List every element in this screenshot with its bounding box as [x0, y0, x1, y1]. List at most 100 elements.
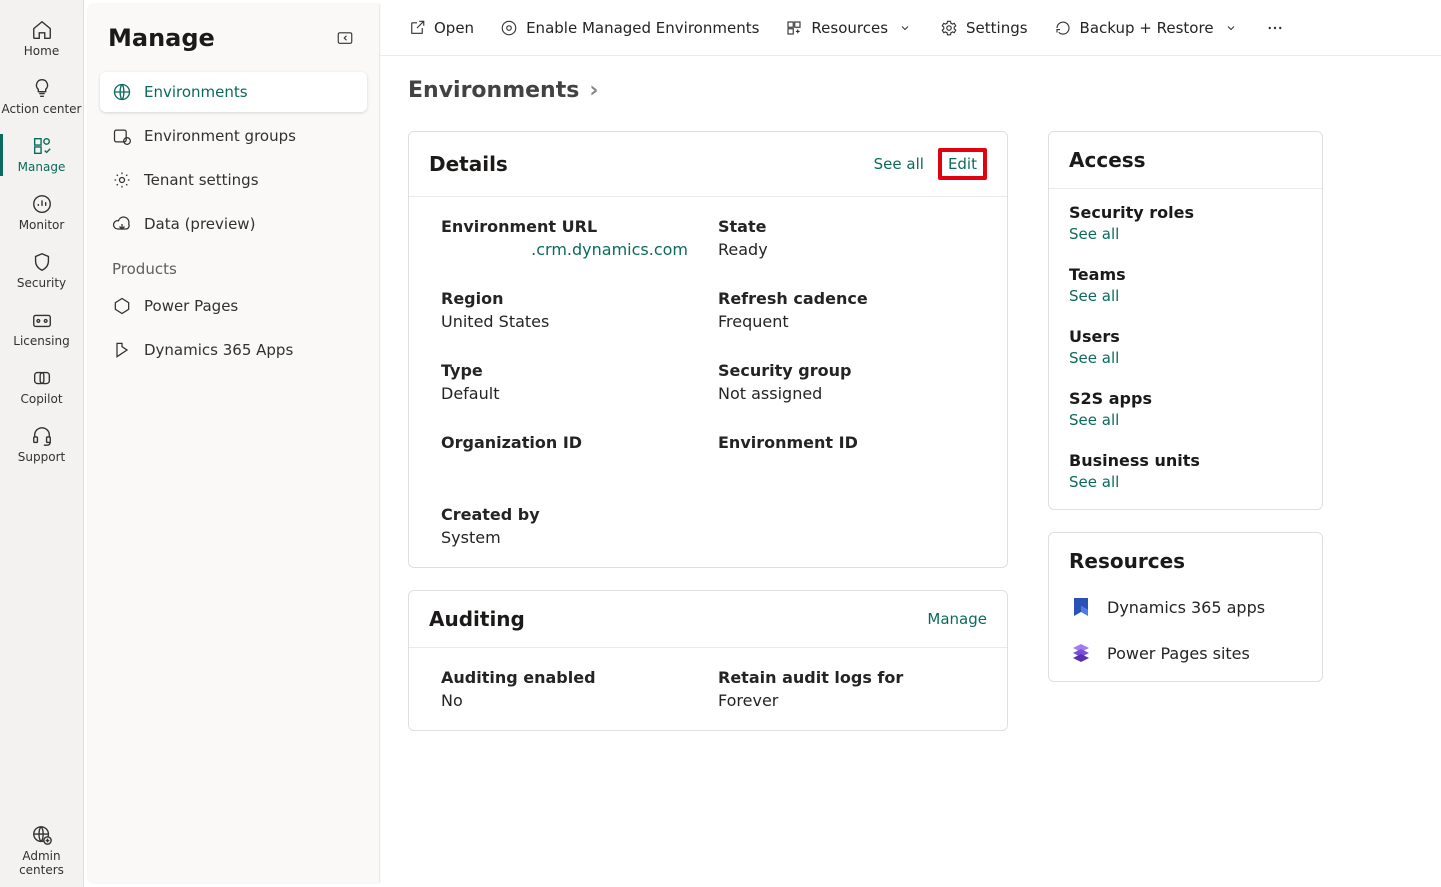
resource-power-pages[interactable]: Power Pages sites: [1069, 641, 1302, 665]
access-teams-see-all[interactable]: See all: [1069, 287, 1119, 305]
rail-support[interactable]: Support: [0, 416, 83, 474]
rail-action-center-label: Action center: [1, 102, 81, 116]
resources-card: Resources Dynamics 365 apps Power Pages …: [1048, 532, 1323, 682]
manage-icon: [30, 134, 54, 158]
envid-label: Environment ID: [718, 433, 975, 452]
access-users-see-all[interactable]: See all: [1069, 349, 1119, 367]
breadcrumb: Environments ›: [380, 56, 1441, 111]
licensing-icon: [30, 308, 54, 332]
backup-icon: [1054, 19, 1072, 37]
chevron-down-icon: [1222, 19, 1240, 37]
access-security-roles: Security roles See all: [1069, 203, 1302, 243]
rail-support-label: Support: [18, 450, 65, 464]
access-title: Access: [1069, 148, 1146, 172]
rail-licensing-label: Licensing: [13, 334, 69, 348]
managed-icon: [500, 19, 518, 37]
rail-monitor[interactable]: Monitor: [0, 184, 83, 242]
rail-copilot[interactable]: Copilot: [0, 358, 83, 416]
details-card: Details See all Edit Environment URL .cr…: [408, 131, 1008, 568]
nav-environment-groups[interactable]: Environment groups: [100, 116, 367, 156]
auditing-retain-label: Retain audit logs for: [718, 668, 975, 687]
secgroup-value: Not assigned: [718, 384, 975, 403]
env-url-value[interactable]: .crm.dynamics.com: [441, 240, 698, 259]
resources-title: Resources: [1069, 549, 1185, 573]
rail-licensing[interactable]: Licensing: [0, 300, 83, 358]
state-label: State: [718, 217, 975, 236]
region-value: United States: [441, 312, 698, 331]
env-url-label: Environment URL: [441, 217, 698, 236]
collapse-nav-button[interactable]: [331, 24, 359, 52]
toolbar: Open Enable Managed Environments Resourc…: [380, 0, 1441, 56]
resources-icon: [785, 19, 803, 37]
orgid-label: Organization ID: [441, 433, 698, 452]
auditing-manage[interactable]: Manage: [927, 610, 987, 628]
access-card: Access Security roles See all Teams See …: [1048, 131, 1323, 510]
rail-action-center[interactable]: Action center: [0, 68, 83, 126]
nav-power-pages[interactable]: Power Pages: [100, 286, 367, 326]
breadcrumb-environments[interactable]: Environments: [408, 78, 579, 103]
monitor-icon: [30, 192, 54, 216]
details-edit[interactable]: Edit: [938, 148, 987, 180]
globe-admin-icon: [30, 823, 54, 847]
rail-monitor-label: Monitor: [19, 218, 65, 232]
nav-title: Manage: [108, 24, 215, 52]
copilot-icon: [30, 366, 54, 390]
rail-admin-centers-label: Admin centers: [0, 849, 83, 877]
refresh-value: Frequent: [718, 312, 975, 331]
nav-d365-apps-label: Dynamics 365 Apps: [144, 341, 293, 359]
type-value: Default: [441, 384, 698, 403]
more-icon: [1266, 19, 1284, 37]
toolbar-more[interactable]: [1266, 19, 1284, 37]
nav-tenant-settings-label: Tenant settings: [144, 171, 259, 189]
power-pages-app-icon: [1069, 641, 1093, 665]
rail-copilot-label: Copilot: [20, 392, 62, 406]
cloud-data-icon: [112, 214, 132, 234]
created-label: Created by: [441, 505, 708, 524]
auditing-title: Auditing: [429, 607, 525, 631]
rail-home-label: Home: [24, 44, 59, 58]
toolbar-settings[interactable]: Settings: [940, 19, 1028, 37]
rail-admin-centers[interactable]: Admin centers: [0, 815, 83, 887]
bulb-icon: [30, 76, 54, 100]
toolbar-enable-managed[interactable]: Enable Managed Environments: [500, 19, 759, 37]
access-business-units-see-all[interactable]: See all: [1069, 473, 1119, 491]
nav-data-preview-label: Data (preview): [144, 215, 255, 233]
details-see-all[interactable]: See all: [874, 155, 924, 173]
rail-manage[interactable]: Manage: [0, 126, 83, 184]
access-s2s: S2S apps See all: [1069, 389, 1302, 429]
chevron-right-icon: ›: [589, 78, 598, 103]
globe-group-icon: [112, 126, 132, 146]
created-value: System: [441, 528, 708, 547]
globe-icon: [112, 82, 132, 102]
nav-data-preview[interactable]: Data (preview): [100, 204, 367, 244]
access-teams: Teams See all: [1069, 265, 1302, 305]
main: Open Enable Managed Environments Resourc…: [380, 0, 1441, 887]
home-icon: [30, 18, 54, 42]
auditing-enabled-label: Auditing enabled: [441, 668, 698, 687]
toolbar-open[interactable]: Open: [408, 19, 474, 37]
nav-d365-apps[interactable]: Dynamics 365 Apps: [100, 330, 367, 370]
access-s2s-see-all[interactable]: See all: [1069, 411, 1119, 429]
nav-power-pages-label: Power Pages: [144, 297, 238, 315]
gear-icon: [112, 170, 132, 190]
nav-manage-panel: Manage Environments Environment groups T…: [88, 4, 380, 883]
region-label: Region: [441, 289, 698, 308]
auditing-card: Auditing Manage Auditing enabled No Reta…: [408, 590, 1008, 731]
orgid-value: [441, 456, 698, 475]
chevron-down-icon: [896, 19, 914, 37]
headset-icon: [30, 424, 54, 448]
nav-tenant-settings[interactable]: Tenant settings: [100, 160, 367, 200]
resource-d365-apps[interactable]: Dynamics 365 apps: [1069, 595, 1302, 619]
rail-manage-label: Manage: [18, 160, 66, 174]
envid-value: [718, 456, 975, 475]
toolbar-backup-restore[interactable]: Backup + Restore: [1054, 19, 1240, 37]
rail-security[interactable]: Security: [0, 242, 83, 300]
rail-home[interactable]: Home: [0, 10, 83, 68]
nav-environment-groups-label: Environment groups: [144, 127, 296, 145]
toolbar-resources[interactable]: Resources: [785, 19, 914, 37]
left-rail: Home Action center Manage Monitor Securi…: [0, 0, 84, 887]
access-users: Users See all: [1069, 327, 1302, 367]
d365-icon: [112, 340, 132, 360]
nav-environments[interactable]: Environments: [100, 72, 367, 112]
access-security-roles-see-all[interactable]: See all: [1069, 225, 1119, 243]
